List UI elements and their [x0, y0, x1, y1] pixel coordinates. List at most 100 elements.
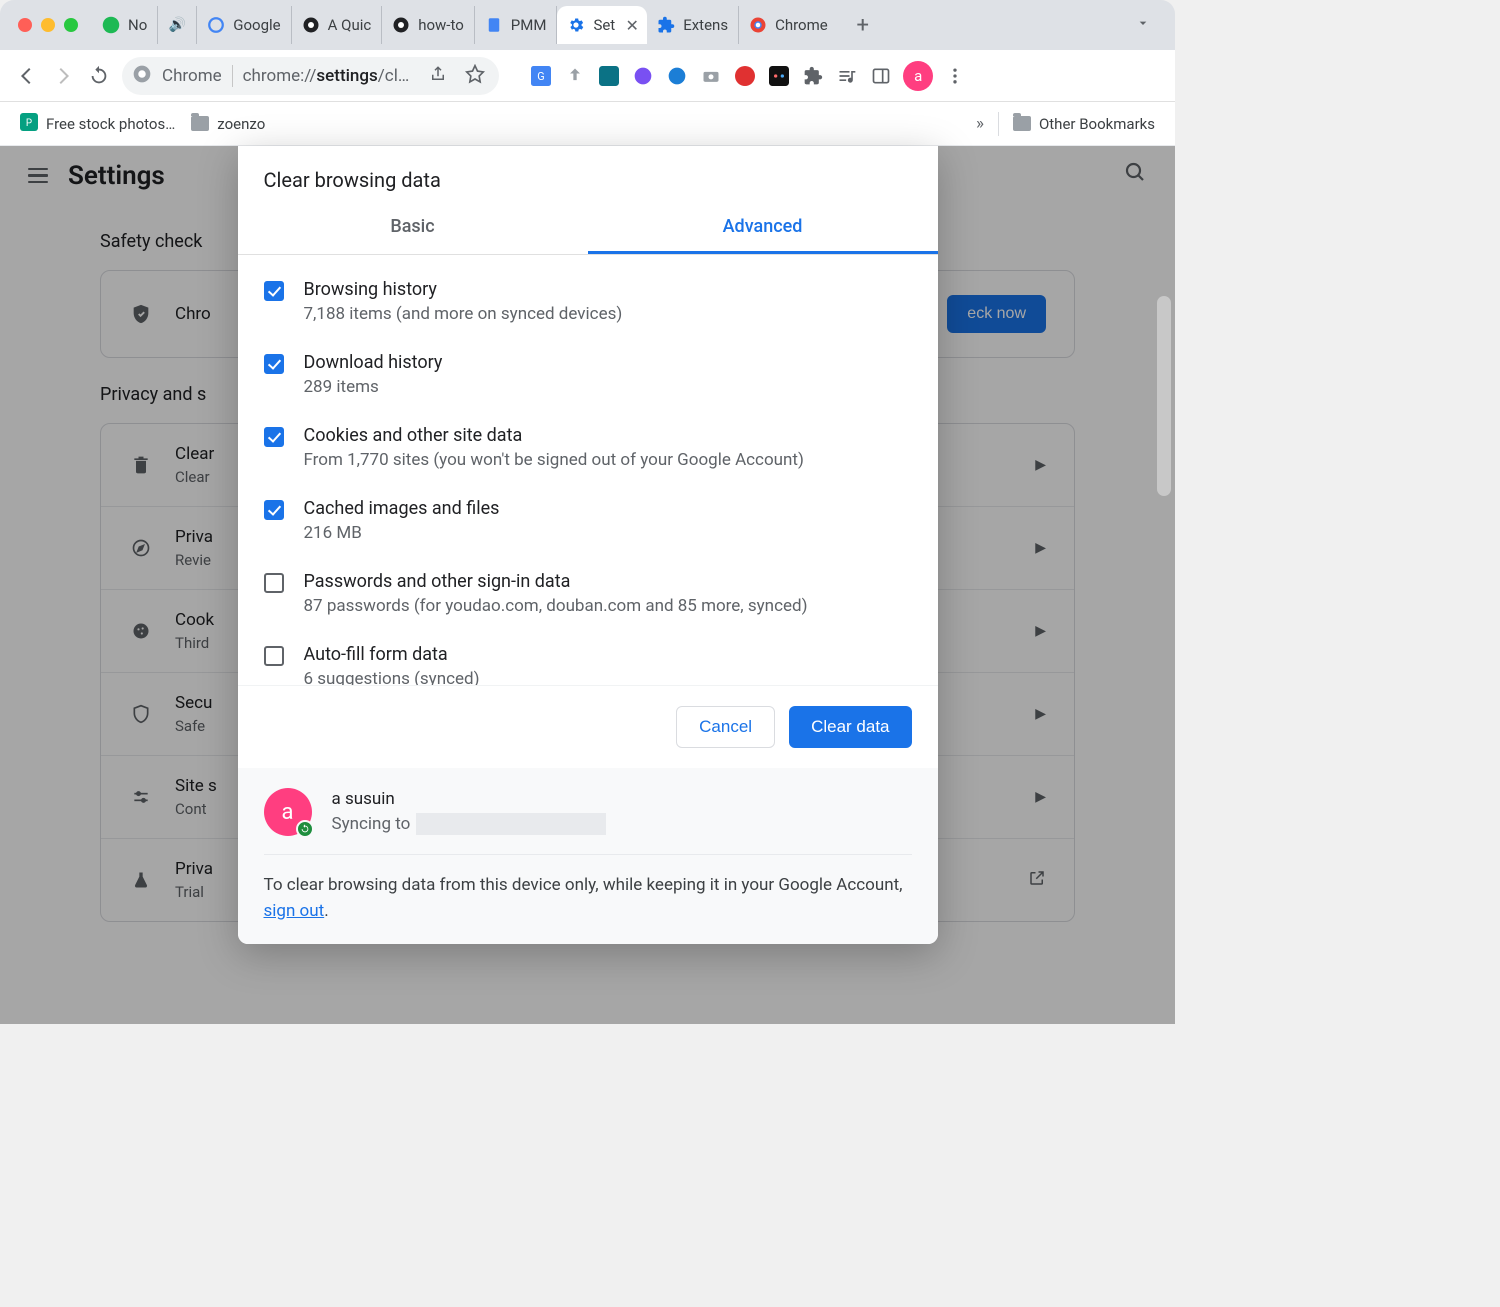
pexels-icon: P: [20, 113, 38, 135]
checkbox[interactable]: [264, 427, 284, 447]
option-cookies[interactable]: Cookies and other site dataFrom 1,770 si…: [264, 411, 912, 484]
tab-label: PMM: [511, 16, 547, 34]
ext-icon-1[interactable]: [597, 64, 621, 88]
sidepanel-icon[interactable]: [869, 64, 893, 88]
new-tab-button[interactable]: +: [848, 13, 878, 38]
ext-icon-4[interactable]: [733, 64, 757, 88]
option-download-history[interactable]: Download history289 items: [264, 338, 912, 411]
window-minimize-icon[interactable]: [41, 18, 55, 32]
site-icon: [302, 16, 320, 34]
camera-ext-icon[interactable]: [699, 64, 723, 88]
chrome-icon: [749, 16, 767, 34]
dialog-tabs: Basic Advanced: [238, 202, 938, 255]
other-bookmarks[interactable]: Other Bookmarks: [1013, 115, 1155, 133]
google-icon: [207, 16, 225, 34]
tab-extensions[interactable]: Extens: [647, 6, 739, 44]
svg-text:P: P: [26, 117, 32, 128]
window-close-icon[interactable]: [18, 18, 32, 32]
url-text: chrome://settings/cl…: [243, 66, 410, 86]
tab-chrome[interactable]: Chrome: [739, 6, 838, 44]
svg-text:G: G: [538, 70, 545, 83]
ext-icon-3[interactable]: [665, 64, 689, 88]
tab-label: Set: [593, 16, 615, 34]
tab-label: Extens: [683, 16, 728, 34]
spotify-icon: [102, 16, 120, 34]
dialog-body[interactable]: Browsing history7,188 items (and more on…: [238, 255, 938, 685]
tab-dropdown-icon[interactable]: [1119, 15, 1167, 35]
tab-howto[interactable]: how-to: [382, 6, 475, 44]
option-browsing-history[interactable]: Browsing history7,188 items (and more on…: [264, 265, 912, 338]
chrome-logo-icon: [132, 64, 152, 88]
speaker-icon: 🔊: [168, 16, 186, 34]
signout-hint: To clear browsing data from this device …: [264, 873, 912, 924]
cancel-button[interactable]: Cancel: [676, 706, 775, 748]
tab-label: A Quic: [328, 16, 372, 34]
address-bar[interactable]: Chrome chrome://settings/cl…: [122, 57, 499, 95]
bookmarks-overflow[interactable]: »: [976, 114, 984, 134]
forward-button[interactable]: [50, 63, 76, 89]
bookmarks-bar: P Free stock photos… zoenzo » Other Book…: [0, 102, 1175, 146]
browser-toolbar: Chrome chrome://settings/cl… G a: [0, 50, 1175, 102]
option-passwords[interactable]: Passwords and other sign-in data87 passw…: [264, 557, 912, 630]
checkbox[interactable]: [264, 500, 284, 520]
option-cache[interactable]: Cached images and files216 MB: [264, 484, 912, 557]
profile-avatar[interactable]: a: [903, 61, 933, 91]
sync-email-masked: [416, 813, 606, 835]
dialog-button-row: Cancel Clear data: [238, 685, 938, 768]
separator: [998, 112, 999, 136]
bookmark-label: Other Bookmarks: [1039, 115, 1155, 133]
checkbox[interactable]: [264, 573, 284, 593]
ext-icon-2[interactable]: [631, 64, 655, 88]
omnibox-divider: [232, 65, 233, 87]
tab-pmm[interactable]: PMM: [475, 6, 558, 44]
window-traffic-lights: [8, 18, 92, 32]
sync-avatar: a: [264, 788, 312, 836]
translate-ext-icon[interactable]: G: [529, 64, 553, 88]
menu-dots-icon[interactable]: [943, 64, 967, 88]
checkbox[interactable]: [264, 354, 284, 374]
checkbox[interactable]: [264, 281, 284, 301]
tab-advanced[interactable]: Advanced: [588, 202, 938, 254]
site-icon: [392, 16, 410, 34]
tab-audio[interactable]: 🔊: [158, 6, 197, 44]
extensions-puzzle-icon[interactable]: [801, 64, 825, 88]
tab-strip: No 🔊 Google A Quic how-to PMM Set ✕: [0, 0, 1175, 50]
folder-icon: [191, 116, 209, 131]
tab-google[interactable]: Google: [197, 6, 291, 44]
bookmark-zoenzo[interactable]: zoenzo: [191, 115, 265, 133]
dialog-title: Clear browsing data: [238, 146, 938, 202]
window-maximize-icon[interactable]: [64, 18, 78, 32]
bookmark-pexels[interactable]: P Free stock photos…: [20, 113, 175, 135]
tab-basic[interactable]: Basic: [238, 202, 588, 254]
tab-label: Google: [233, 16, 280, 34]
tab-quick[interactable]: A Quic: [292, 6, 383, 44]
url-scheme-label: Chrome: [162, 66, 222, 86]
upload-ext-icon[interactable]: [563, 64, 587, 88]
option-autofill[interactable]: Auto-fill form data6 suggestions (synced…: [264, 630, 912, 685]
back-button[interactable]: [14, 63, 40, 89]
sign-out-link[interactable]: sign out: [264, 901, 325, 921]
tab-label: No: [128, 16, 147, 34]
reload-button[interactable]: [86, 63, 112, 89]
ext-icon-5[interactable]: [767, 64, 791, 88]
clear-data-button[interactable]: Clear data: [789, 706, 911, 748]
scrollbar-thumb[interactable]: [1157, 296, 1171, 496]
bookmark-label: zoenzo: [217, 115, 265, 133]
gear-icon: [567, 16, 585, 34]
queue-music-icon[interactable]: [835, 64, 859, 88]
sync-status: Syncing to: [332, 813, 607, 835]
folder-icon: [1013, 116, 1031, 131]
docs-icon: [485, 16, 503, 34]
share-icon[interactable]: [429, 65, 447, 87]
puzzle-icon: [657, 16, 675, 34]
bookmark-star-icon[interactable]: [465, 64, 485, 88]
tab-settings[interactable]: Set ✕: [557, 6, 647, 44]
sync-user-name: a susuin: [332, 789, 607, 809]
close-tab-icon[interactable]: ✕: [623, 16, 641, 34]
sync-badge-icon: [296, 820, 314, 838]
tab-spotify[interactable]: No: [92, 6, 158, 44]
modal-overlay: Clear browsing data Basic Advanced Brows…: [0, 146, 1175, 1024]
tab-label: how-to: [418, 16, 464, 34]
settings-page: Settings Safety check Chro eck now Priva…: [0, 146, 1175, 1024]
checkbox[interactable]: [264, 646, 284, 666]
